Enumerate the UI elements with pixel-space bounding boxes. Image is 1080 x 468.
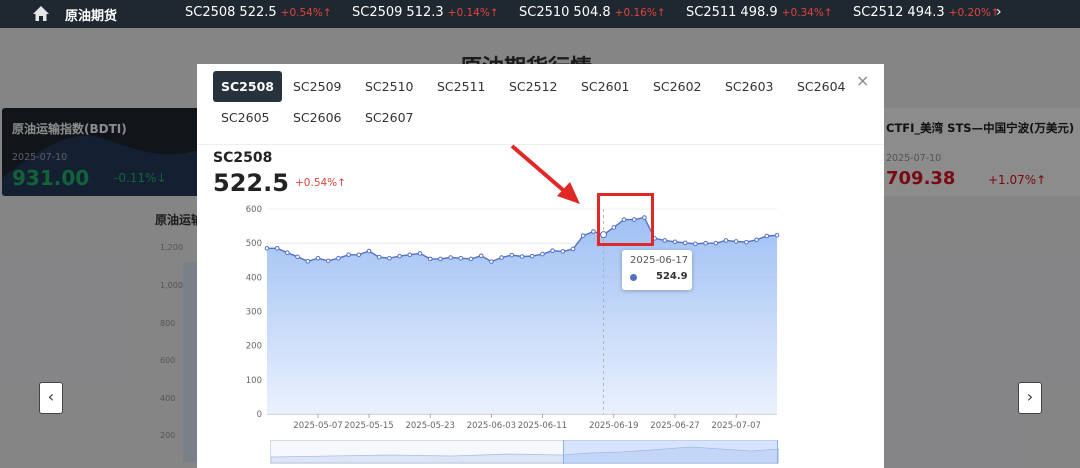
data-point xyxy=(540,251,545,257)
data-point xyxy=(336,255,341,261)
data-point xyxy=(733,239,739,244)
data-point xyxy=(346,252,351,258)
price-chart[interactable]: 0 100 200 300 400 500 600 2025-05-07 2025-05-15… xyxy=(0,0,1080,468)
data-point xyxy=(693,241,698,247)
data-point xyxy=(356,252,362,258)
data-point xyxy=(529,253,535,259)
y-tick-label: 400 xyxy=(246,273,262,283)
data-point xyxy=(448,255,453,260)
data-point xyxy=(764,233,770,239)
data-point xyxy=(723,238,729,243)
data-point xyxy=(499,255,504,260)
x-axis: 2025-05-07 2025-05-15 2025-05-23 2025-06-03… xyxy=(267,413,777,431)
data-point xyxy=(519,254,525,259)
data-point xyxy=(427,256,433,262)
y-axis: 0 100 200 300 400 500 600 xyxy=(246,205,262,420)
data-point xyxy=(305,258,311,264)
tooltip-value: 524.9 xyxy=(656,271,688,282)
data-point xyxy=(274,245,280,251)
data-point xyxy=(591,229,596,234)
data-point xyxy=(509,252,515,258)
series-dot xyxy=(630,274,637,281)
x-tick-label: 2025-05-15 xyxy=(344,421,393,431)
data-point xyxy=(295,254,300,260)
y-tick-label: 500 xyxy=(246,239,262,249)
data-point xyxy=(662,238,668,243)
data-point xyxy=(754,237,759,243)
data-point xyxy=(672,239,678,245)
data-point xyxy=(438,256,443,262)
data-point xyxy=(744,239,749,245)
data-point xyxy=(703,240,708,246)
highlight-box xyxy=(597,193,654,246)
y-tick-label: 200 xyxy=(246,342,262,352)
annotation-arrow xyxy=(510,144,572,198)
data-point xyxy=(580,233,586,238)
data-point xyxy=(682,240,688,246)
y-tick-label: 0 xyxy=(257,410,262,420)
data-point xyxy=(468,256,474,262)
x-tick-label: 2025-05-07 xyxy=(293,421,342,431)
data-point xyxy=(407,252,413,258)
data-point xyxy=(570,246,576,252)
chart-tooltip: 2025-06-17 524.9 xyxy=(622,250,692,290)
data-point xyxy=(774,233,780,238)
x-tick-label: 2025-05-23 xyxy=(405,421,454,431)
tooltip-date: 2025-06-17 xyxy=(630,255,689,266)
data-point xyxy=(489,259,494,264)
x-tick-label: 2025-06-11 xyxy=(518,421,567,431)
data-point xyxy=(397,253,402,259)
data-point xyxy=(550,248,555,253)
x-tick-label: 2025-06-03 xyxy=(467,421,516,431)
data-point xyxy=(560,249,566,254)
data-point xyxy=(366,248,372,254)
data-point xyxy=(387,255,392,261)
x-tick-label: 2025-06-27 xyxy=(650,421,699,431)
data-point xyxy=(264,245,270,251)
y-tick-label: 100 xyxy=(246,376,262,386)
data-point xyxy=(315,255,321,261)
x-tick-label: 2025-07-07 xyxy=(711,421,760,431)
price-area xyxy=(267,217,777,414)
x-tick-label: 2025-06-19 xyxy=(589,421,638,431)
data-point xyxy=(478,253,484,259)
y-tick-label: 300 xyxy=(246,308,262,318)
y-tick-label: 600 xyxy=(246,205,262,215)
data-point xyxy=(325,258,331,264)
data-point xyxy=(376,254,382,260)
data-point xyxy=(713,240,719,246)
data-point xyxy=(458,255,464,261)
data-point xyxy=(417,251,423,256)
data-point xyxy=(285,250,290,256)
zoom-selection[interactable] xyxy=(563,440,778,464)
